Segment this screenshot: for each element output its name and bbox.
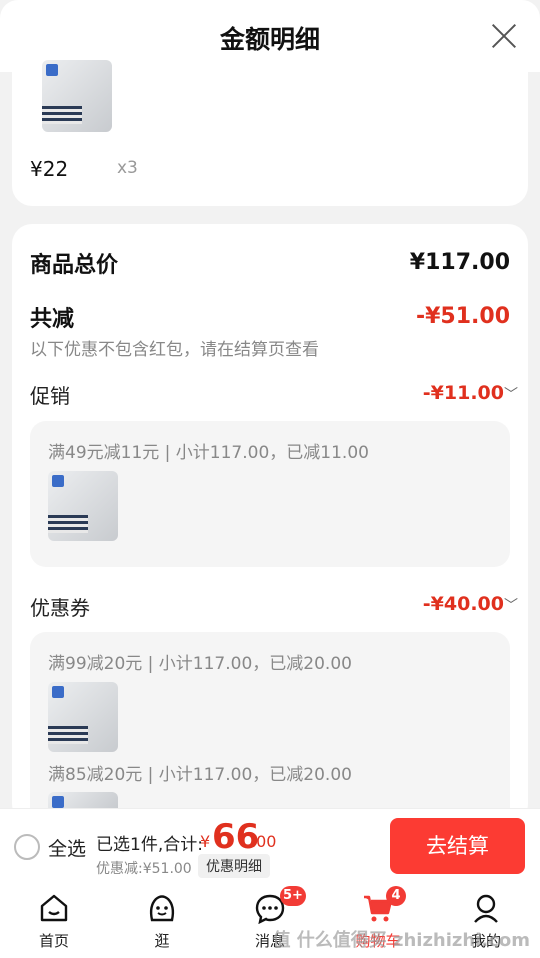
total-label: 商品总价 bbox=[30, 253, 119, 278]
total-amount-decimal: .00 bbox=[251, 832, 277, 851]
discount-note: 以下优惠不包含红包，请在结算页查看 bbox=[30, 340, 319, 360]
page-title: 金额明细 bbox=[219, 25, 320, 54]
tab-browse[interactable]: 逛 bbox=[108, 882, 216, 958]
currency-symbol: ¥ bbox=[200, 832, 211, 851]
message-badge: 5+ bbox=[280, 886, 306, 906]
total-value: ¥117.00 bbox=[409, 250, 510, 275]
product-thumbnail[interactable] bbox=[48, 682, 118, 752]
chevron-down-icon[interactable]: ﹀ bbox=[504, 595, 518, 615]
chevron-down-icon[interactable]: ﹀ bbox=[504, 384, 518, 404]
user-icon bbox=[474, 894, 498, 923]
product-thumbnail[interactable] bbox=[42, 60, 112, 132]
product-thumbnail[interactable] bbox=[48, 792, 118, 808]
product-card bbox=[12, 60, 528, 206]
promo-label: 促销 bbox=[30, 384, 70, 408]
promo-value[interactable]: -¥11.00 bbox=[423, 382, 504, 404]
tab-label: 首页 bbox=[38, 932, 69, 950]
discount-detail-button[interactable]: 优惠明细 bbox=[198, 854, 270, 878]
item-price: ¥22 bbox=[30, 157, 69, 181]
tab-bar: 首页 逛 5+ 消息 4 购物车 我的 值 什么值得买 zhizhizhi.co… bbox=[0, 882, 540, 958]
item-quantity: x3 bbox=[117, 158, 138, 178]
coupon-line-2: 满85减20元 | 小计117.00，已减20.00 bbox=[48, 765, 352, 785]
coupon-box: 满99减20元 | 小计117.00，已减20.00 满85减20元 | 小计1… bbox=[30, 632, 510, 808]
promo-line: 满49元减11元 | 小计117.00，已减11.00 bbox=[48, 443, 369, 463]
reduce-label: 共减 bbox=[30, 307, 75, 332]
reduce-value: -¥51.00 bbox=[415, 304, 510, 329]
coupon-label: 优惠券 bbox=[30, 596, 90, 620]
checkout-bar: 全选 已选1件,合计: ¥ 66 .00 优惠减:¥51.00 优惠明细 去结算 bbox=[0, 808, 540, 883]
coupon-line-1: 满99减20元 | 小计117.00，已减20.00 bbox=[48, 654, 352, 674]
tab-label: 逛 bbox=[154, 932, 170, 950]
select-all-label[interactable]: 全选 bbox=[48, 834, 86, 861]
checkout-button[interactable]: 去结算 bbox=[390, 818, 525, 874]
watermark: 值 什么值得买 zhizhizhi.com bbox=[272, 930, 530, 951]
product-thumbnail[interactable] bbox=[48, 471, 118, 541]
home-icon bbox=[40, 894, 68, 922]
promo-box: 满49元减11元 | 小计117.00，已减11.00 bbox=[30, 421, 510, 567]
coupon-value[interactable]: -¥40.00 bbox=[423, 593, 504, 615]
cart-badge: 4 bbox=[386, 886, 406, 906]
smile-icon bbox=[149, 895, 175, 922]
tab-home[interactable]: 首页 bbox=[0, 882, 108, 958]
select-all-radio[interactable] bbox=[14, 834, 40, 860]
close-icon[interactable] bbox=[490, 22, 518, 50]
selected-summary: 已选1件,合计: bbox=[96, 835, 203, 855]
discount-total: 优惠减:¥51.00 bbox=[96, 861, 192, 877]
